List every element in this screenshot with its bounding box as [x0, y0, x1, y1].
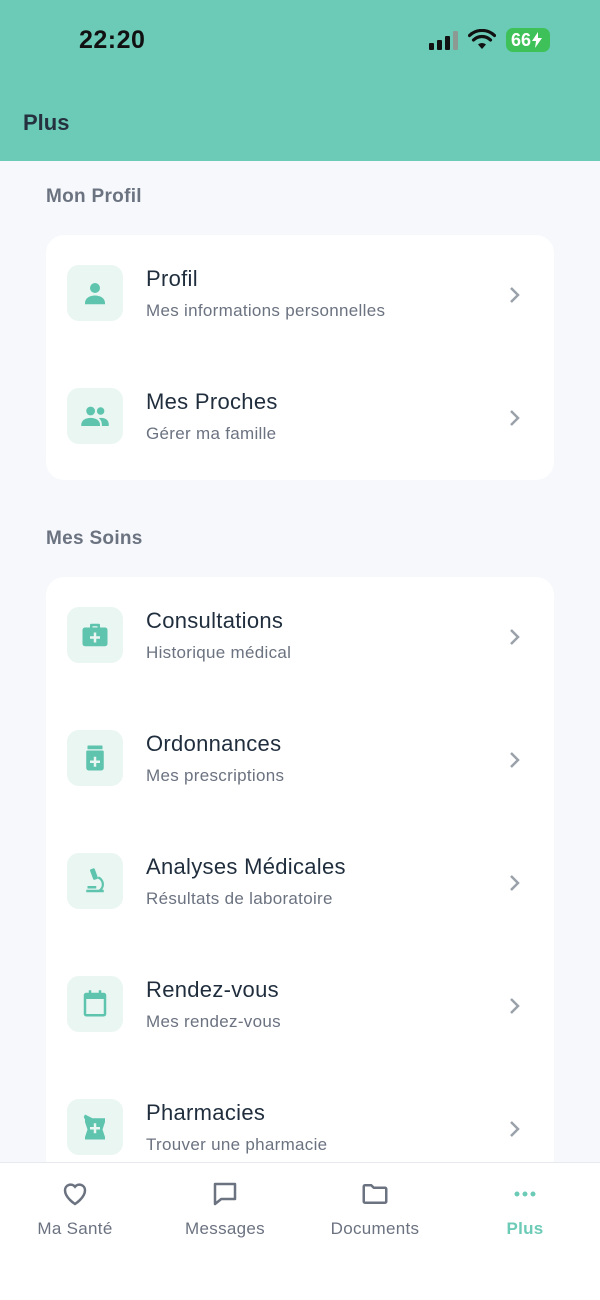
menu-item-analyses-medicales[interactable]: Analyses Médicales Résultats de laborato… [46, 823, 554, 946]
battery-level: 66 [510, 29, 531, 50]
menu-item-title: Analyses Médicales [146, 854, 346, 879]
chevron-right-icon [508, 873, 522, 893]
tab-ma-sante[interactable]: Ma Santé [0, 1163, 150, 1273]
menu-item-consultations[interactable]: Consultations Historique médical [46, 577, 554, 700]
menu-item-subtitle: Mes informations personnelles [146, 301, 386, 320]
medical-bag-icon [67, 607, 123, 663]
folder-icon [360, 1179, 390, 1209]
tab-documents[interactable]: Documents [300, 1163, 450, 1273]
microscope-icon [67, 853, 123, 909]
pharmacy-mortar-icon [67, 1099, 123, 1155]
status-time: 22:20 [79, 26, 146, 54]
menu-item-title: Pharmacies [146, 1100, 266, 1125]
chevron-right-icon [508, 408, 522, 428]
chevron-right-icon [508, 996, 522, 1016]
tab-plus[interactable]: Plus [450, 1163, 600, 1273]
status-icons: 66 [428, 28, 550, 52]
chevron-right-icon [508, 1119, 522, 1139]
card-mon-profil: Profil Mes informations personnelles Mes… [46, 235, 554, 480]
menu-item-subtitle: Trouver une pharmacie [146, 1135, 328, 1154]
more-dots-icon [510, 1179, 540, 1209]
menu-item-title: Ordonnances [146, 731, 282, 756]
tab-label: Messages [185, 1219, 265, 1238]
tab-messages[interactable]: Messages [150, 1163, 300, 1273]
menu-item-subtitle: Résultats de laboratoire [146, 889, 333, 908]
menu-item-subtitle: Gérer ma famille [146, 424, 277, 443]
heart-icon [60, 1179, 90, 1209]
message-icon [210, 1179, 240, 1209]
menu-item-ordonnances[interactable]: Ordonnances Mes prescriptions [46, 700, 554, 823]
app-header: 22:20 66 Plus [0, 0, 600, 161]
signal-icon [428, 30, 458, 50]
menu-item-title: Rendez-vous [146, 977, 279, 1002]
section-title-mon-profil: Mon Profil [46, 186, 142, 207]
menu-item-mes-proches[interactable]: Mes Proches Gérer ma famille [46, 358, 554, 481]
person-icon [67, 265, 123, 321]
chevron-right-icon [508, 627, 522, 647]
page-title: Plus [23, 110, 70, 135]
chevron-right-icon [508, 285, 522, 305]
menu-item-subtitle: Mes rendez-vous [146, 1012, 281, 1031]
menu-item-title: Mes Proches [146, 389, 278, 414]
bottom-tab-bar: Ma Santé Messages Documents Plus [0, 1162, 600, 1300]
chevron-right-icon [508, 750, 522, 770]
tab-label: Ma Santé [37, 1219, 113, 1238]
pill-bottle-icon [67, 730, 123, 786]
menu-item-title: Consultations [146, 608, 284, 633]
menu-item-profil[interactable]: Profil Mes informations personnelles [46, 235, 554, 358]
battery-indicator: 66 [505, 28, 550, 52]
tab-label: Documents [330, 1219, 420, 1238]
calendar-icon [67, 976, 123, 1032]
group-icon [67, 388, 123, 444]
wifi-icon [467, 29, 496, 49]
charging-bolt-icon [532, 32, 542, 48]
menu-item-subtitle: Mes prescriptions [146, 766, 285, 785]
card-mes-soins: Consultations Historique médical Ordonna… [46, 577, 554, 1177]
tab-label: Plus [506, 1219, 544, 1238]
menu-item-subtitle: Historique médical [146, 643, 292, 662]
menu-item-title: Profil [146, 266, 198, 291]
menu-item-rendez-vous[interactable]: Rendez-vous Mes rendez-vous [46, 946, 554, 1069]
section-title-mes-soins: Mes Soins [46, 528, 143, 549]
